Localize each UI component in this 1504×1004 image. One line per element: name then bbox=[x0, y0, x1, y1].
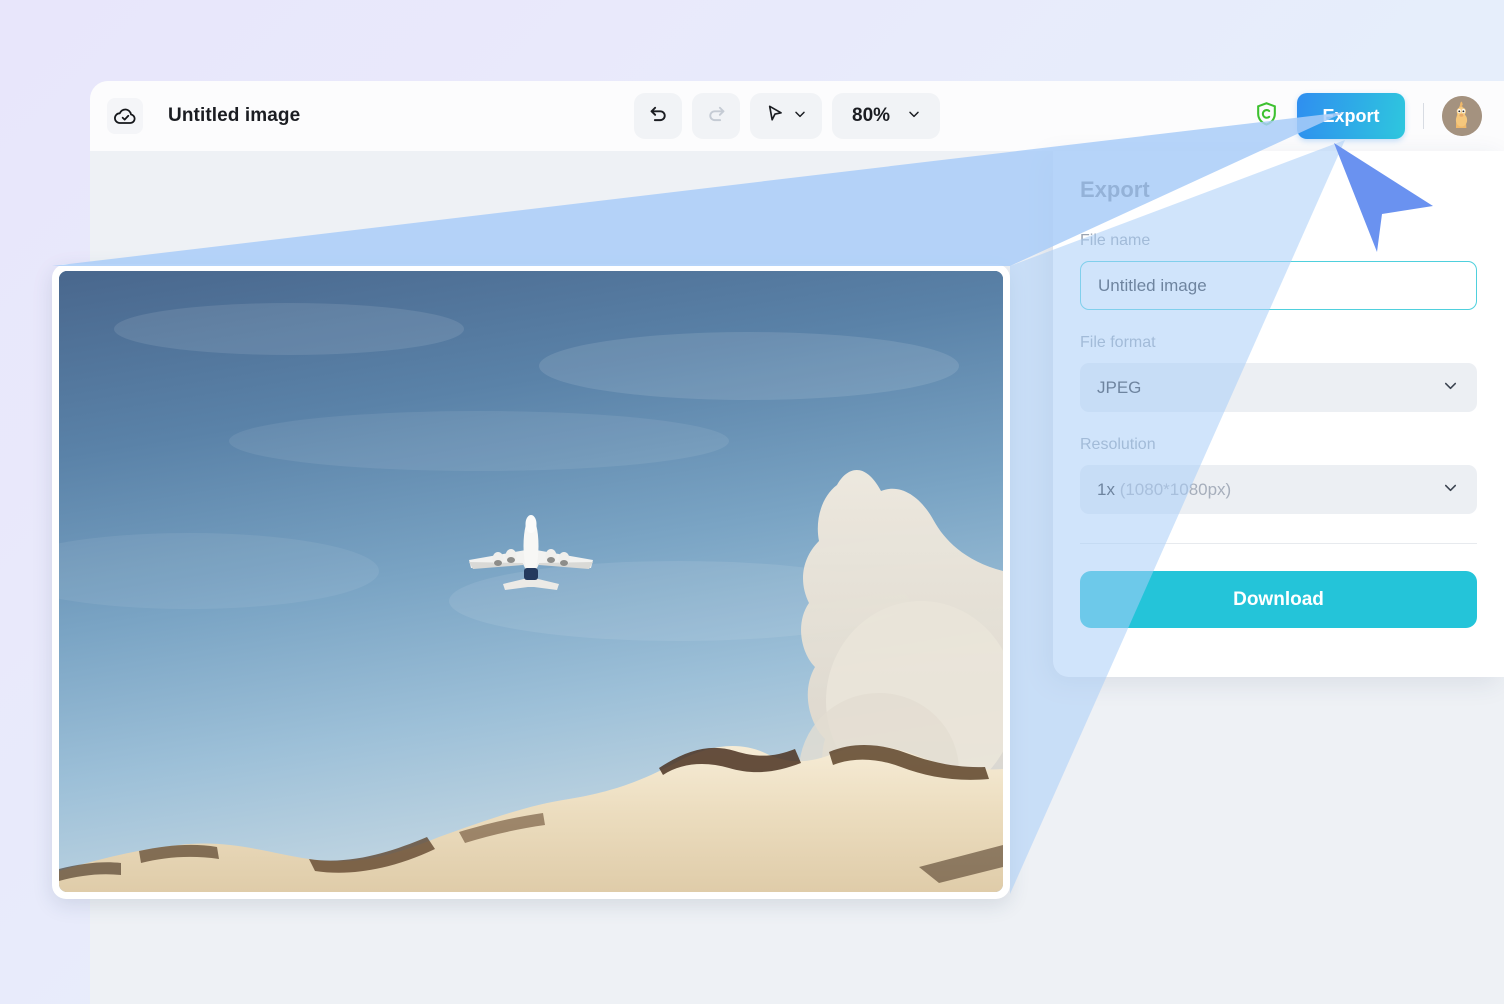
file-format-select[interactable]: JPEG bbox=[1080, 363, 1477, 412]
export-panel: Export File name File format JPEG Resolu… bbox=[1053, 151, 1504, 677]
photo-airplane-mountains bbox=[59, 271, 1003, 892]
file-format-label: File format bbox=[1080, 334, 1477, 352]
resolution-multiplier: 1x bbox=[1097, 480, 1115, 499]
screenshot-root: Untitled image bbox=[0, 0, 1504, 1004]
chevron-down-icon bbox=[1441, 478, 1460, 502]
file-name-label: File name bbox=[1080, 232, 1477, 250]
resolution-label: Resolution bbox=[1080, 436, 1477, 454]
cursor-select-icon bbox=[764, 103, 785, 129]
zoom-level-dropdown[interactable]: 80% bbox=[832, 93, 940, 139]
cloud-check-icon bbox=[107, 98, 143, 134]
undo-icon bbox=[647, 102, 670, 130]
chevron-down-icon bbox=[1441, 376, 1460, 400]
shield-c-icon[interactable] bbox=[1254, 101, 1279, 132]
center-tool-group: 80% bbox=[634, 93, 940, 139]
avatar[interactable] bbox=[1442, 96, 1482, 136]
select-tool-dropdown[interactable] bbox=[750, 93, 822, 139]
chevron-down-icon bbox=[792, 106, 808, 127]
top-toolbar: Untitled image bbox=[90, 81, 1504, 151]
chevron-down-icon bbox=[906, 106, 922, 127]
right-tool-group: Export bbox=[1254, 93, 1482, 139]
panel-divider bbox=[1080, 543, 1477, 544]
resolution-dimensions: (1080*1080px) bbox=[1115, 480, 1231, 499]
toolbar-divider bbox=[1423, 103, 1424, 129]
undo-button[interactable] bbox=[634, 93, 682, 139]
page-title: Untitled image bbox=[168, 105, 300, 127]
redo-button[interactable] bbox=[692, 93, 740, 139]
resolution-value: 1x (1080*1080px) bbox=[1097, 480, 1231, 500]
zoom-level-value: 80% bbox=[852, 105, 890, 127]
export-panel-title: Export bbox=[1080, 177, 1477, 203]
image-card[interactable] bbox=[52, 264, 1010, 899]
export-button[interactable]: Export bbox=[1297, 93, 1405, 139]
resolution-select[interactable]: 1x (1080*1080px) bbox=[1080, 465, 1477, 514]
file-name-input[interactable] bbox=[1080, 261, 1477, 310]
redo-icon bbox=[705, 102, 728, 130]
document-identity: Untitled image bbox=[90, 98, 300, 134]
file-format-value: JPEG bbox=[1097, 378, 1141, 398]
download-button[interactable]: Download bbox=[1080, 571, 1477, 628]
